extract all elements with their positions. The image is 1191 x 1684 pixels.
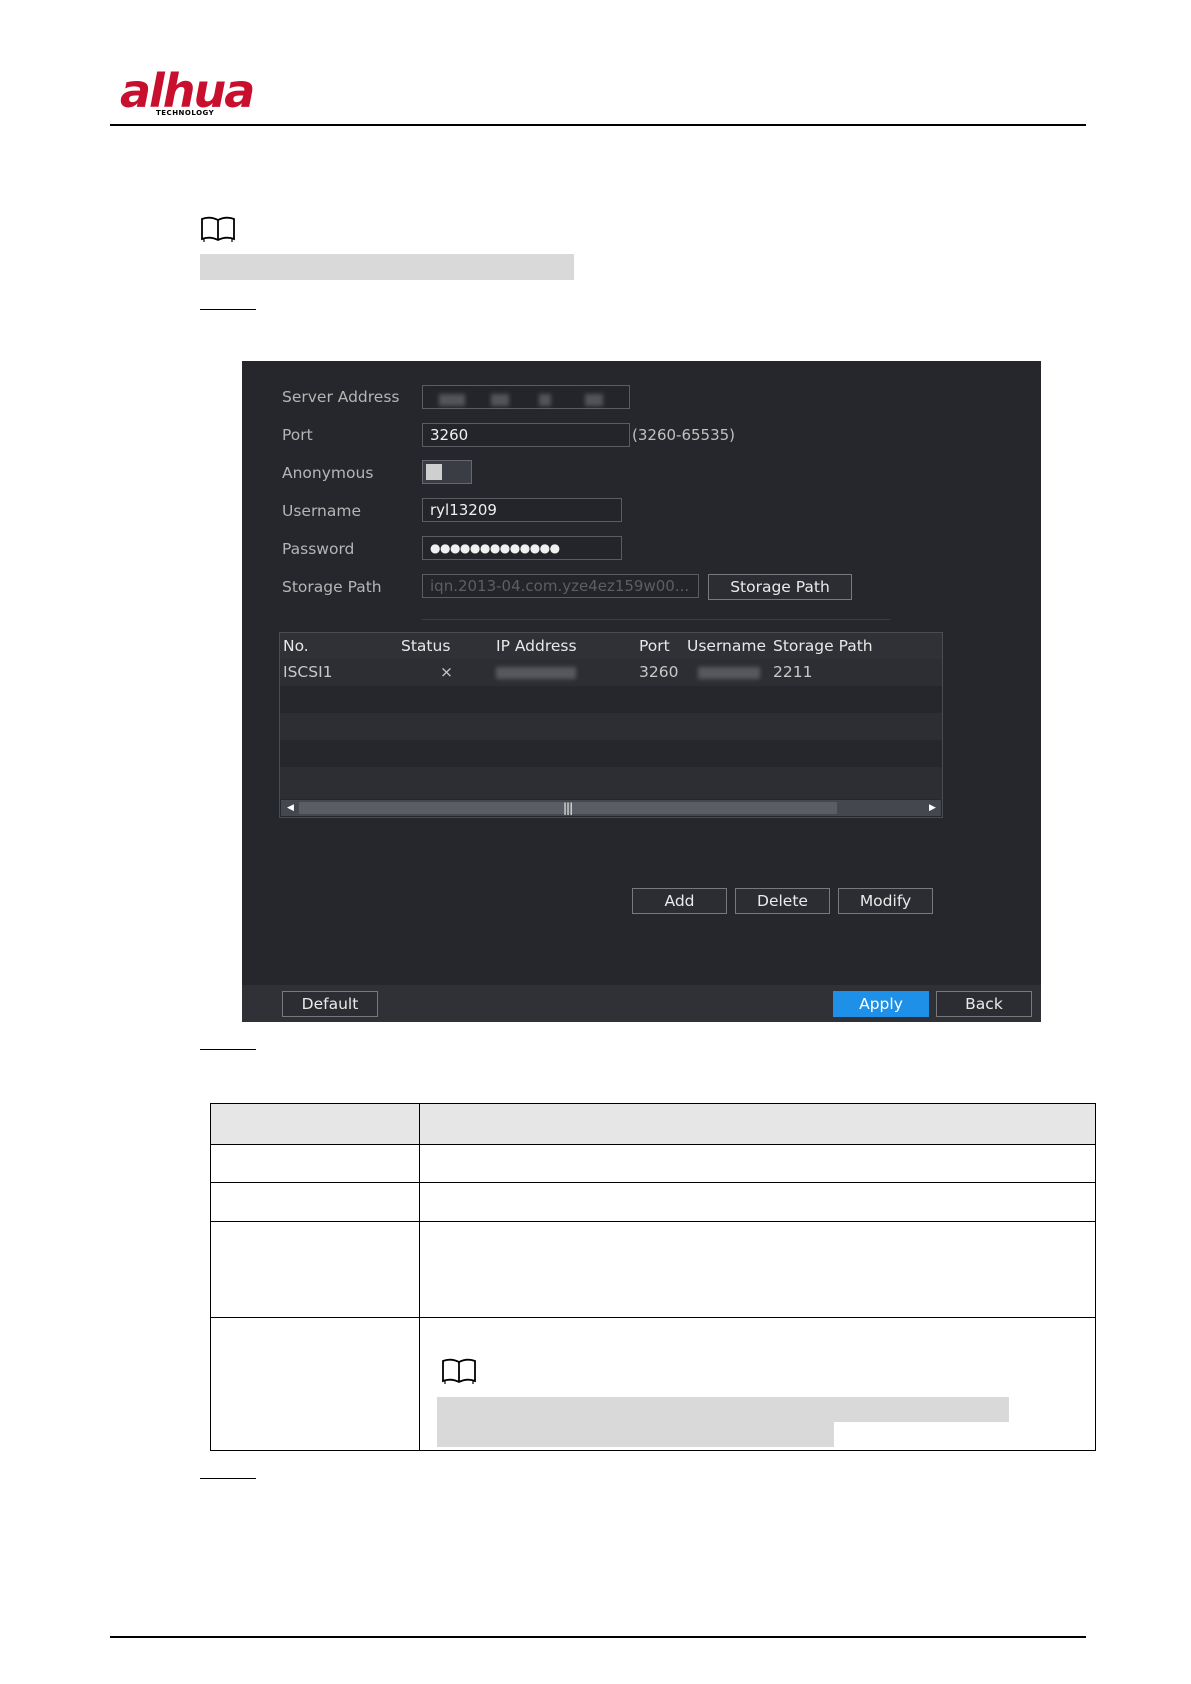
port-label: Port (282, 426, 313, 444)
masked-ip-segment (539, 394, 551, 406)
cell-port: 3260 (639, 663, 679, 681)
column-username: Username (687, 637, 767, 655)
add-button[interactable]: Add (632, 888, 727, 914)
step-marker (200, 309, 256, 310)
table-cell (419, 1221, 1096, 1318)
iscsi-device-table: No. Status IP Address Port Username Stor… (279, 632, 943, 818)
logo-subtext: TECHNOLOGY (156, 109, 215, 117)
scroll-left-arrow-icon[interactable]: ◀ (287, 802, 294, 814)
redacted-note-line (437, 1422, 834, 1447)
username-input[interactable]: ryl13209 (422, 498, 622, 522)
server-address-field[interactable] (422, 385, 630, 409)
table-cell (419, 1144, 1096, 1183)
masked-ip-segment (439, 394, 465, 406)
table-cell (419, 1182, 1096, 1222)
iscsi-settings-screen: Server Address Port 3260 (3260-65535) An… (242, 361, 1041, 1022)
horizontal-scrollbar[interactable]: ◀ ||| ▶ (281, 800, 941, 816)
footer-rule (110, 1636, 1086, 1638)
scroll-grip-icon: ||| (563, 801, 573, 815)
masked-ip-address (496, 667, 576, 679)
delete-button[interactable]: Delete (735, 888, 830, 914)
table-cell (210, 1182, 420, 1222)
form-divider (422, 619, 890, 620)
book-icon (441, 1357, 477, 1385)
column-no: No. (283, 637, 309, 655)
status-error-icon: × (440, 663, 453, 681)
book-icon (200, 215, 236, 243)
table-cell (210, 1221, 420, 1318)
book-icon (652, 1358, 688, 1386)
table-row-empty (280, 686, 942, 713)
table-row-empty (280, 767, 942, 799)
password-input[interactable]: ●●●●●●●●●●●●● (422, 536, 622, 560)
password-label: Password (282, 540, 355, 558)
table-cell (210, 1317, 420, 1451)
table-cell (210, 1144, 420, 1183)
username-label: Username (282, 502, 362, 520)
server-address-label: Server Address (282, 388, 400, 406)
scroll-right-arrow-icon[interactable]: ▶ (929, 802, 936, 814)
column-status: Status (401, 637, 451, 655)
table-head-parameter (210, 1103, 420, 1145)
back-button[interactable]: Back (936, 991, 1032, 1017)
step-marker (200, 1049, 256, 1050)
redacted-note-line (437, 1397, 1009, 1422)
redacted-note (200, 254, 574, 280)
header-rule (110, 124, 1086, 126)
column-port: Port (639, 637, 670, 655)
port-input[interactable]: 3260 (422, 423, 630, 447)
table-head-description (419, 1103, 1096, 1145)
storage-path-input: iqn.2013-04.com.yze4ez159w00... (422, 574, 699, 598)
cell-no: ISCSI1 (283, 663, 333, 681)
masked-ip-segment (491, 394, 509, 406)
anonymous-label: Anonymous (282, 464, 374, 482)
table-row[interactable]: ISCSI1 × 3260 2211 (280, 659, 942, 686)
step-marker (200, 1478, 256, 1479)
storage-path-label: Storage Path (282, 578, 382, 596)
dahua-logo: alhua TECHNOLOGY (120, 68, 260, 118)
port-range-hint: (3260-65535) (632, 426, 736, 444)
modify-button[interactable]: Modify (838, 888, 933, 914)
default-button[interactable]: Default (282, 991, 378, 1017)
table-row-empty (280, 713, 942, 740)
cell-storage-path: 2211 (773, 663, 813, 681)
toggle-knob (426, 464, 442, 480)
storage-path-button[interactable]: Storage Path (708, 574, 852, 600)
apply-button[interactable]: Apply (833, 991, 929, 1017)
anonymous-toggle[interactable] (422, 460, 472, 484)
column-ip-address: IP Address (496, 637, 577, 655)
column-storage-path: Storage Path (773, 637, 873, 655)
masked-ip-segment (585, 394, 603, 406)
table-row-empty (280, 740, 942, 767)
table-header: No. Status IP Address Port Username Stor… (280, 633, 942, 659)
masked-username (698, 667, 760, 679)
